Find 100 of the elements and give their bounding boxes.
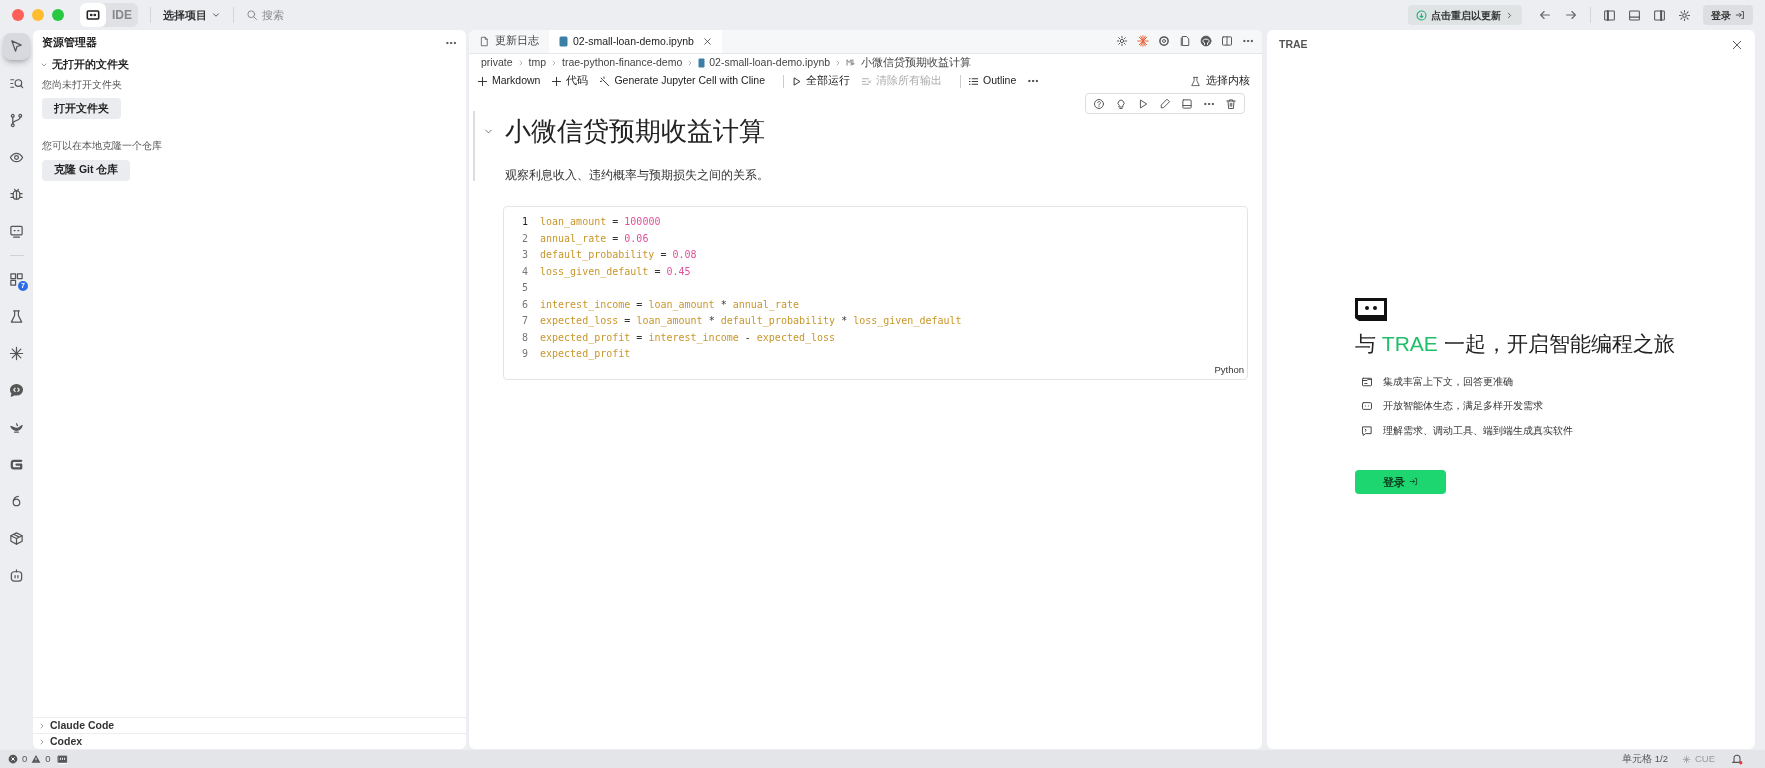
section-header[interactable]: Claude Code xyxy=(33,717,466,733)
back-icon[interactable] xyxy=(1538,8,1552,22)
language-label[interactable]: Python xyxy=(1214,362,1244,377)
terminal-icon[interactable] xyxy=(56,753,68,765)
bug-icon xyxy=(9,187,24,202)
code-line: default_probability = 0.08 xyxy=(540,248,697,262)
toolbar-button[interactable]: Markdown xyxy=(477,73,541,89)
login-icon xyxy=(1735,10,1745,20)
logo-icon xyxy=(1355,298,1387,321)
run-icon[interactable] xyxy=(1137,97,1149,110)
magic-wand-icon xyxy=(599,75,611,87)
chevron-right-icon xyxy=(1505,10,1514,20)
panel-title: TRAE xyxy=(1279,37,1308,53)
breadcrumb-item[interactable]: tmp xyxy=(528,54,547,71)
line-number: 4 xyxy=(520,264,529,279)
plus-icon xyxy=(477,75,488,87)
line-number: 9 xyxy=(520,347,529,361)
editor-tab[interactable]: 更新日志 xyxy=(469,30,549,53)
kernel-selector[interactable]: 选择内核 xyxy=(1190,73,1250,89)
document-icon xyxy=(479,35,490,47)
line-number: 3 xyxy=(520,248,529,262)
sparkle-icon xyxy=(1681,754,1691,764)
panel-title: 资源管理器 xyxy=(42,35,97,51)
breadcrumb-item[interactable]: trae-python-finance-demo xyxy=(562,54,683,71)
forward-icon[interactable] xyxy=(1564,8,1578,22)
warning-count[interactable]: 0 xyxy=(45,751,51,767)
context-icon xyxy=(1361,376,1373,389)
error-count[interactable]: 0 xyxy=(22,751,28,767)
feature-text: 集成丰富上下文，回答更准确 xyxy=(1383,375,1513,389)
clone-repository-button[interactable]: 克隆 Git 仓库 xyxy=(42,159,131,181)
welcome-headline: 与 TRAE 一起，开启智能编程之旅 xyxy=(1355,331,1675,357)
toolbar-button[interactable]: 全部运行 xyxy=(791,73,850,89)
line-number: 6 xyxy=(520,297,529,312)
mode-tab[interactable] xyxy=(80,3,106,27)
search-field[interactable]: 搜索 xyxy=(262,6,462,24)
split-cell-icon[interactable] xyxy=(1181,97,1193,110)
sparkle-icon xyxy=(9,346,24,361)
monitor-icon xyxy=(9,224,24,239)
list-icon xyxy=(968,75,979,87)
breadcrumb-item[interactable]: 小微信贷预期收益计算 xyxy=(861,54,972,71)
open-folder-button[interactable]: 打开文件夹 xyxy=(42,98,121,120)
run-icon xyxy=(791,75,802,87)
settings-icon[interactable] xyxy=(1678,8,1691,22)
update-button[interactable]: 点击重启以更新 xyxy=(1408,5,1522,25)
robot-icon xyxy=(9,568,24,583)
breadcrumb-item[interactable]: 02-small-loan-demo.ipynb xyxy=(709,54,831,71)
line-number: 1 xyxy=(520,215,529,229)
split-editor-icon[interactable] xyxy=(1221,35,1233,47)
cube-icon xyxy=(9,531,24,546)
search-icon xyxy=(9,76,24,91)
plus-icon xyxy=(551,75,563,87)
code-line: loan_amount = 100000 xyxy=(540,215,661,229)
extensions-icon xyxy=(9,272,24,287)
download-icon xyxy=(1416,9,1427,21)
code-line: annual_rate = 0.06 xyxy=(540,231,649,246)
close-window-button[interactable] xyxy=(12,9,24,21)
feature-text: 开放智能体生态，满足多样开发需求 xyxy=(1383,399,1543,414)
left-panel-icon[interactable] xyxy=(1603,8,1616,22)
flask-icon xyxy=(1190,75,1201,87)
notification-bell-icon[interactable] xyxy=(1731,753,1743,765)
code-line: expected_loss = loan_amount * default_probability * loss_given_default xyxy=(540,314,962,328)
search-icon xyxy=(246,9,258,21)
login-button[interactable]: 登录 xyxy=(1355,469,1446,494)
chat-bubble-icon xyxy=(9,383,24,398)
edit-icon[interactable] xyxy=(1159,97,1171,110)
notebook-heading: 小微信贷预期收益计算 xyxy=(505,115,765,148)
toolbar-button[interactable]: Generate Jupyter Cell with Cline xyxy=(599,73,765,89)
chevron-down-icon xyxy=(40,61,48,69)
code-cell[interactable] xyxy=(503,206,1248,380)
chevron-down-icon xyxy=(211,10,221,20)
clone-message: 您可以在本地克隆一个仓库 xyxy=(42,139,162,154)
section-header[interactable]: 无打开的文件夹 xyxy=(33,56,466,74)
flask-icon xyxy=(9,309,24,324)
line-number: 8 xyxy=(520,330,529,345)
activity-bar-item[interactable] xyxy=(3,33,30,60)
copy-icon[interactable] xyxy=(1179,35,1191,47)
bottom-panel-icon[interactable] xyxy=(1628,8,1641,22)
cell-position[interactable]: 单元格 1/2 xyxy=(1622,751,1668,767)
pointer-icon xyxy=(9,39,24,54)
section-header[interactable]: Codex xyxy=(33,733,466,749)
close-icon[interactable] xyxy=(1731,39,1743,51)
notebook-paragraph: 观察利息收入、违约概率与预期损失之间的关系。 xyxy=(505,168,769,183)
clear-icon xyxy=(861,75,872,87)
lightbulb-icon[interactable] xyxy=(1115,97,1127,110)
login-icon xyxy=(1409,477,1418,487)
toolbar-button[interactable]: 代码 xyxy=(551,73,589,89)
markdown-icon xyxy=(846,57,858,68)
line-number: 2 xyxy=(520,231,529,246)
settings-icon[interactable] xyxy=(1116,35,1128,47)
delete-icon[interactable] xyxy=(1225,97,1237,110)
right-panel-icon[interactable] xyxy=(1653,8,1666,22)
login-button[interactable]: 登录 xyxy=(1703,5,1753,25)
error-icon xyxy=(8,754,18,764)
starburst-icon[interactable] xyxy=(1137,35,1149,47)
editor-tab[interactable]: 02-small-loan-demo.ipynb xyxy=(549,30,722,53)
close-icon[interactable] xyxy=(702,37,712,46)
breadcrumb-item[interactable]: private xyxy=(481,54,513,71)
toolbar-button[interactable]: Outline xyxy=(968,73,1017,89)
help-icon[interactable] xyxy=(1093,97,1105,110)
project-selector[interactable]: 选择项目 xyxy=(163,6,221,24)
